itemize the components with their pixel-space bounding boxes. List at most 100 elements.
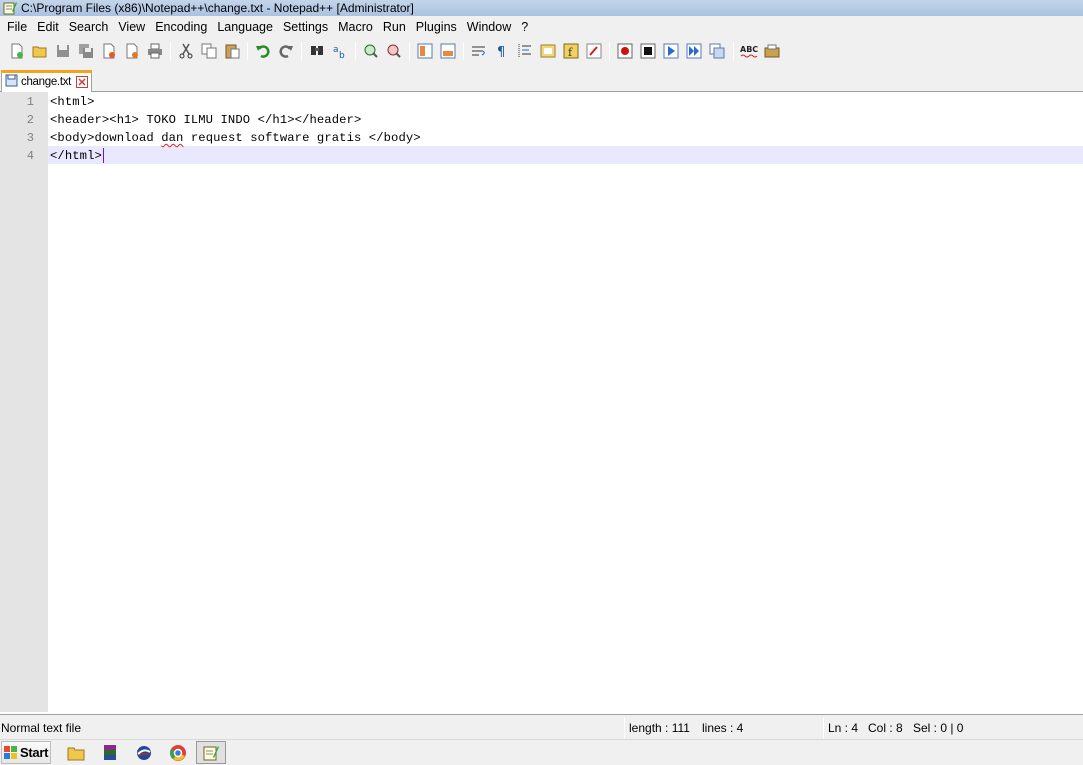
start-button[interactable]: Start <box>1 741 51 764</box>
document-map-icon[interactable] <box>538 41 558 61</box>
stop-record-icon[interactable] <box>638 41 658 61</box>
record-macro-icon[interactable] <box>615 41 635 61</box>
undo-icon[interactable] <box>253 41 273 61</box>
redo-icon[interactable] <box>276 41 296 61</box>
window-title: C:\Program Files (x86)\Notepad++\change.… <box>21 1 414 15</box>
toolbar-separator <box>301 42 302 60</box>
chrome-icon[interactable] <box>163 741 193 764</box>
line-number: 2 <box>26 113 34 127</box>
line-position-status: Ln : 4 <box>828 721 859 735</box>
function-list-icon[interactable]: f <box>561 41 581 61</box>
windows-logo-icon <box>4 745 18 760</box>
paste-icon[interactable] <box>222 41 242 61</box>
selection-status: Sel : 0 | 0 <box>913 721 964 735</box>
zoom-in-icon[interactable] <box>361 41 381 61</box>
close-tab-icon[interactable] <box>76 76 89 88</box>
current-line-highlight <box>48 146 1083 164</box>
line-number: 1 <box>26 95 34 109</box>
toolbar-separator <box>170 42 171 60</box>
run-macro-multiple-icon[interactable] <box>684 41 704 61</box>
cut-icon[interactable] <box>176 41 196 61</box>
menu-view[interactable]: View <box>113 16 150 38</box>
toolbar-separator <box>355 42 356 60</box>
notepad-plus-plus-icon[interactable] <box>196 741 226 764</box>
word-wrap-icon[interactable] <box>469 41 489 61</box>
active-tab-indicator <box>1 70 92 73</box>
explorer-folder-icon[interactable] <box>61 741 91 764</box>
status-bar: Normal text file length : 111 lines : 4 … <box>0 714 1083 739</box>
code-text: <body>download <box>50 131 162 145</box>
copy-icon[interactable] <box>199 41 219 61</box>
menu-search[interactable]: Search <box>64 16 114 38</box>
show-all-chars-icon[interactable]: ¶ <box>492 41 512 61</box>
line-number-gutter: 1 2 3 4 <box>0 92 48 712</box>
zoom-out-icon[interactable] <box>384 41 404 61</box>
indent-guide-icon[interactable] <box>515 41 535 61</box>
close-all-icon[interactable] <box>122 41 142 61</box>
save-macro-icon[interactable] <box>707 41 727 61</box>
menu-language[interactable]: Language <box>212 16 278 38</box>
menu-macro[interactable]: Macro <box>333 16 378 38</box>
replace-icon[interactable]: ab <box>330 41 350 61</box>
code-line-3: <body>download dan request software grat… <box>50 129 421 147</box>
network-icon[interactable] <box>129 741 159 764</box>
winrar-icon[interactable] <box>95 741 125 764</box>
document-icon <box>5 74 18 90</box>
find-icon[interactable] <box>307 41 327 61</box>
svg-text:a: a <box>333 45 339 55</box>
play-macro-icon[interactable] <box>661 41 681 61</box>
text-editor[interactable]: <html> <header><h1> TOKO ILMU INDO </h1>… <box>48 92 1083 712</box>
misspelled-word: dan <box>161 131 184 145</box>
toolbar-separator <box>733 42 734 60</box>
print-icon[interactable] <box>145 41 165 61</box>
line-number: 3 <box>26 131 34 145</box>
menu-settings[interactable]: Settings <box>278 16 333 38</box>
close-icon[interactable] <box>99 41 119 61</box>
menu-run[interactable]: Run <box>378 16 411 38</box>
menu-encoding[interactable]: Encoding <box>150 16 212 38</box>
spell-check-icon[interactable]: ABC <box>739 41 759 61</box>
code-line-4: </html> <box>50 147 102 165</box>
save-all-icon[interactable] <box>76 41 96 61</box>
sync-horizontal-icon[interactable] <box>438 41 458 61</box>
tab-label: change.txt <box>21 76 72 88</box>
sync-vertical-icon[interactable] <box>415 41 435 61</box>
start-label: Start <box>20 745 49 760</box>
svg-text:¶: ¶ <box>497 45 505 59</box>
menu-plugins[interactable]: Plugins <box>411 16 462 38</box>
folder-workspace-icon[interactable] <box>584 41 604 61</box>
new-file-icon[interactable] <box>7 41 27 61</box>
code-text: request software gratis </body> <box>183 131 421 145</box>
file-type-status: Normal text file <box>1 721 82 735</box>
notepad-plus-plus-icon[interactable] <box>3 1 17 15</box>
menu-file[interactable]: File <box>2 16 32 38</box>
save-icon[interactable] <box>53 41 73 61</box>
open-file-icon[interactable] <box>30 41 50 61</box>
text-caret <box>103 148 104 163</box>
toolbar-separator <box>609 42 610 60</box>
title-bar: C:\Program Files (x86)\Notepad++\change.… <box>0 0 1083 16</box>
length-status: length : 111 <box>629 721 690 735</box>
menu-window[interactable]: Window <box>462 16 516 38</box>
toolbar-separator <box>247 42 248 60</box>
svg-text:b: b <box>339 51 345 59</box>
plugin-icon[interactable] <box>762 41 782 61</box>
line-number: 4 <box>26 149 34 163</box>
svg-text:ABC: ABC <box>740 45 758 54</box>
taskbar: Start <box>0 739 1083 765</box>
column-position-status: Col : 8 <box>868 721 903 735</box>
lines-status: lines : 4 <box>702 721 744 735</box>
toolbar-separator <box>409 42 410 60</box>
toolbar-separator <box>463 42 464 60</box>
code-line-1: <html> <box>50 95 95 109</box>
menu-help[interactable]: ? <box>516 16 533 38</box>
tab-bar: change.txt <box>0 64 1083 93</box>
code-text: </html> <box>50 149 102 163</box>
menu-edit[interactable]: Edit <box>32 16 64 38</box>
status-divider <box>624 717 625 739</box>
code-line-2: <header><h1> TOKO ILMU INDO </h1></heade… <box>50 113 362 127</box>
tab-change-txt[interactable]: change.txt <box>1 70 92 93</box>
toolbar: ab ¶ f ABC <box>0 38 1083 64</box>
menu-bar: File Edit Search View Encoding Language … <box>0 16 1083 38</box>
status-divider <box>823 717 824 739</box>
